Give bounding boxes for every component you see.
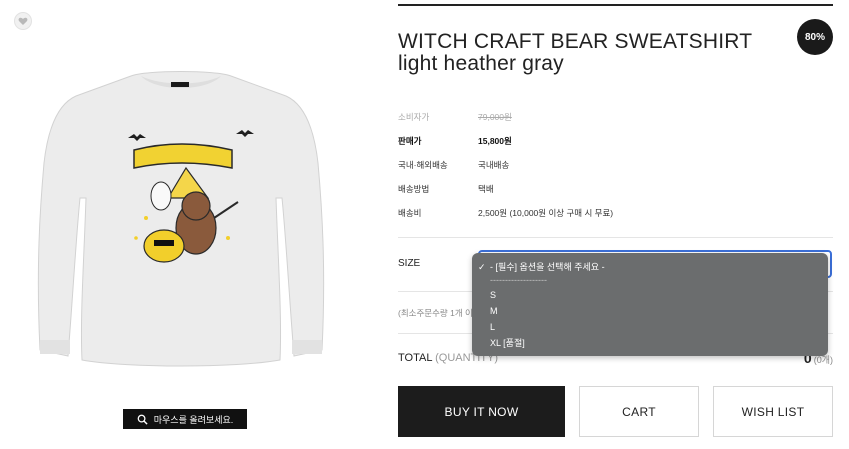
zoom-hint: 마우스를 올려보세요. <box>123 409 247 429</box>
spec-label: 배송방법 <box>398 184 430 194</box>
spec-value: 79,000원 <box>478 112 512 122</box>
spec-label: 소비자가 <box>398 112 430 122</box>
wish-list-button[interactable]: WISH LIST <box>713 386 833 437</box>
spec-value: 택배 <box>478 184 494 194</box>
dropdown-option-label: - [필수] 옵션을 선택해 주세요 - <box>490 262 605 272</box>
spec-value: 국내배송 <box>478 160 510 170</box>
discount-badge: 80% <box>797 19 833 55</box>
heart-icon <box>18 17 28 25</box>
product-title-line1: WITCH CRAFT BEAR SWEATSHIRT <box>398 30 753 53</box>
total-label-text: TOTAL <box>398 352 433 364</box>
product-image[interactable] <box>36 68 326 368</box>
spec-label: 판매가 <box>398 136 422 146</box>
spec-row-shipping-region: 국내·해외배송 국내배송 <box>398 159 509 171</box>
min-order-notice: (최소주문수량 1개 이상) <box>398 308 484 318</box>
cart-button[interactable]: CART <box>579 386 699 437</box>
size-dropdown-menu[interactable]: ✓ - [필수] 옵션을 선택해 주세요 - -----------------… <box>472 253 828 356</box>
magnifier-icon <box>137 414 148 425</box>
zoom-hint-text: 마우스를 올려보세요. <box>153 414 234 425</box>
spec-row-retail-price: 소비자가 79,000원 <box>398 111 512 123</box>
top-divider <box>398 4 833 6</box>
spec-label: 배송비 <box>398 208 422 218</box>
size-option-label: SIZE <box>398 258 421 269</box>
dropdown-option-xl[interactable]: XL [품절] <box>472 335 828 351</box>
dropdown-separator: ------------------- <box>490 275 547 285</box>
dropdown-option-l[interactable]: L <box>472 319 828 335</box>
dropdown-option-m[interactable]: M <box>472 303 828 319</box>
spec-row-sale-price: 판매가 15,800원 <box>398 135 512 147</box>
product-title-line2: light heather gray <box>398 52 564 75</box>
divider <box>398 237 833 238</box>
product-title: WITCH CRAFT BEAR SWEATSHIRT light heathe… <box>398 31 778 75</box>
spec-value: 15,800원 <box>478 136 512 146</box>
spec-row-shipping-method: 배송방법 택배 <box>398 183 494 195</box>
spec-value: 2,500원 (10,000원 이상 구매 시 무료) <box>478 208 614 218</box>
check-icon: ✓ <box>478 262 486 272</box>
buy-now-button[interactable]: BUY IT NOW <box>398 386 565 437</box>
spec-label: 국내·해외배송 <box>398 160 448 170</box>
wishlist-heart-button[interactable] <box>14 12 32 30</box>
spec-row-shipping-fee: 배송비 2,500원 (10,000원 이상 구매 시 무료) <box>398 207 613 219</box>
dropdown-option-placeholder[interactable]: ✓ - [필수] 옵션을 선택해 주세요 - <box>472 259 828 275</box>
dropdown-option-s[interactable]: S <box>472 287 828 303</box>
